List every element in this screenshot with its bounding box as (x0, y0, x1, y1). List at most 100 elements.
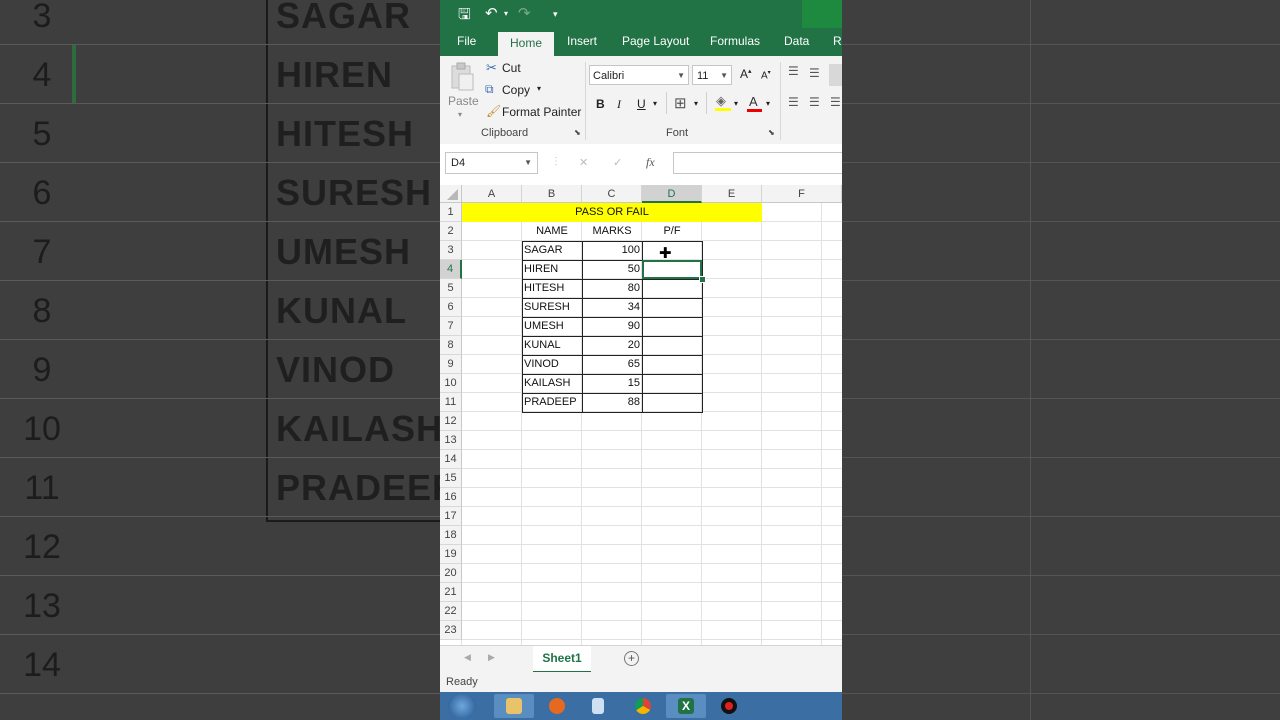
table-cell-border (582, 355, 643, 375)
row-header-4[interactable]: 4 (440, 260, 462, 279)
fill-color-dropdown-icon[interactable]: ▾ (734, 99, 738, 108)
row-header-13[interactable]: 13 (440, 431, 462, 450)
background-row-number: 7 (32, 233, 52, 271)
format-painter-button[interactable]: Format Painter (502, 105, 581, 119)
font-size-select[interactable]: 11 ▼ (692, 65, 732, 85)
bold-button[interactable]: B (596, 97, 605, 111)
font-launcher-icon[interactable]: ⬊ (768, 128, 775, 137)
paste-button[interactable] (449, 62, 475, 92)
font-family-select[interactable]: Calibri ▼ (589, 65, 689, 85)
undo-dropdown-icon[interactable]: ▾ (504, 9, 508, 18)
align-middle-icon[interactable]: ☰ (809, 66, 820, 80)
borders-icon[interactable]: ⊞ (674, 94, 687, 112)
add-sheet-icon[interactable]: + (624, 651, 639, 666)
align-right-icon[interactable]: ☰ (830, 95, 841, 109)
tab-formulas[interactable]: Formulas (710, 34, 760, 48)
column-header-b[interactable]: B (522, 185, 582, 203)
name-box[interactable]: D4 ▼ (445, 152, 538, 174)
taskbar-firefox[interactable] (537, 694, 577, 718)
insert-function-icon[interactable]: fx (646, 155, 655, 170)
active-cell-indicator[interactable] (642, 260, 702, 279)
row-header-3[interactable]: 3 (440, 241, 462, 260)
row-header-6[interactable]: 6 (440, 298, 462, 317)
prev-sheet-icon[interactable]: ◀ (464, 652, 471, 663)
grow-font-icon[interactable]: A▴ (740, 67, 752, 81)
row-header-22[interactable]: 22 (440, 602, 462, 621)
customize-toolbar-icon[interactable]: ▾ (553, 9, 558, 20)
row-header-20[interactable]: 20 (440, 564, 462, 583)
enter-icon[interactable]: ✓ (613, 156, 622, 169)
background-row-name: KUNAL (276, 290, 407, 331)
row-header-21[interactable]: 21 (440, 583, 462, 602)
status-text: Ready (446, 676, 478, 688)
font-family-value: Calibri (593, 70, 625, 82)
tab-review[interactable]: Re (833, 34, 842, 48)
next-sheet-icon[interactable]: ▶ (488, 652, 495, 663)
row-header-10[interactable]: 10 (440, 374, 462, 393)
underline-dropdown-icon[interactable]: ▾ (653, 99, 657, 108)
cancel-icon[interactable]: ✕ (579, 156, 588, 169)
shrink-font-icon[interactable]: A▾ (761, 69, 771, 81)
row-header-9[interactable]: 9 (440, 355, 462, 374)
row-header-18[interactable]: 18 (440, 526, 462, 545)
row-header-14[interactable]: 14 (440, 450, 462, 469)
sheet-title-cell[interactable]: PASS OR FAIL (462, 203, 762, 222)
align-left-icon[interactable]: ☰ (788, 95, 799, 109)
sheet-tabs-bar: ◀ ▶ Sheet1 + (440, 645, 842, 673)
column-header-c[interactable]: C (582, 185, 642, 203)
row-header-2[interactable]: 2 (440, 222, 462, 241)
column-header-e[interactable]: E (702, 185, 762, 203)
align-top-icon[interactable]: ☰ (788, 64, 799, 78)
tab-page-layout[interactable]: Page Layout (622, 34, 689, 48)
row-header-8[interactable]: 8 (440, 336, 462, 355)
font-color-dropdown-icon[interactable]: ▾ (766, 99, 770, 108)
row-header-5[interactable]: 5 (440, 279, 462, 298)
taskbar-excel[interactable]: X (666, 694, 706, 718)
taskbar-chrome[interactable] (623, 694, 663, 718)
drag-handle-icon[interactable]: ⋮ (551, 156, 561, 167)
row-header-12[interactable]: 12 (440, 412, 462, 431)
fill-handle[interactable] (699, 276, 706, 283)
column-header-a[interactable]: A (462, 185, 522, 203)
tab-home[interactable]: Home (498, 32, 555, 56)
taskbar-explorer[interactable] (494, 694, 534, 718)
copy-dropdown-icon[interactable]: ▾ (537, 84, 541, 93)
undo-icon[interactable]: ↶ (485, 4, 498, 22)
row-header-7[interactable]: 7 (440, 317, 462, 336)
background-row: 12 (0, 516, 440, 576)
header-cell-name[interactable]: NAME (522, 222, 582, 241)
paste-dropdown-icon[interactable]: ▾ (458, 110, 462, 119)
select-all-button[interactable] (440, 185, 462, 203)
underline-button[interactable]: U (637, 97, 646, 111)
column-header-f[interactable]: F (762, 185, 842, 203)
taskbar-notepad[interactable] (580, 694, 620, 718)
worksheet-grid[interactable]: A B C D E F 1 2 3 4 5 6 7 8 9 10 11 12 13 14 15 16 17 18 19 20 21 2… (440, 185, 842, 645)
clipboard-launcher-icon[interactable]: ⬊ (574, 128, 581, 137)
tab-file[interactable]: File (457, 34, 476, 48)
start-icon[interactable] (448, 693, 476, 719)
tab-insert[interactable]: Insert (567, 34, 597, 48)
borders-dropdown-icon[interactable]: ▾ (694, 99, 698, 108)
row-header-15[interactable]: 15 (440, 469, 462, 488)
row-header-11[interactable]: 11 (440, 393, 462, 412)
align-center-icon[interactable]: ☰ (809, 95, 820, 109)
redo-icon[interactable]: ↷ (518, 4, 531, 22)
font-color-icon[interactable]: A (747, 94, 763, 112)
taskbar-recorder[interactable] (709, 694, 749, 718)
row-header-17[interactable]: 17 (440, 507, 462, 526)
copy-button[interactable]: Copy (502, 83, 530, 97)
tab-data[interactable]: Data (784, 34, 809, 48)
row-header-19[interactable]: 19 (440, 545, 462, 564)
formula-input[interactable] (673, 152, 842, 174)
sheet-tab-sheet1[interactable]: Sheet1 (533, 646, 591, 673)
cut-button[interactable]: Cut (502, 61, 521, 75)
row-header-16[interactable]: 16 (440, 488, 462, 507)
row-header-1[interactable]: 1 (440, 203, 462, 222)
italic-button[interactable]: I (617, 97, 621, 112)
header-cell-marks[interactable]: MARKS (582, 222, 642, 241)
header-cell-pf[interactable]: P/F (642, 222, 702, 241)
fill-color-icon[interactable]: ◈ (715, 93, 731, 111)
row-header-23[interactable]: 23 (440, 621, 462, 640)
column-header-d[interactable]: D (642, 185, 702, 203)
save-icon[interactable]: 🖫 (458, 4, 471, 29)
